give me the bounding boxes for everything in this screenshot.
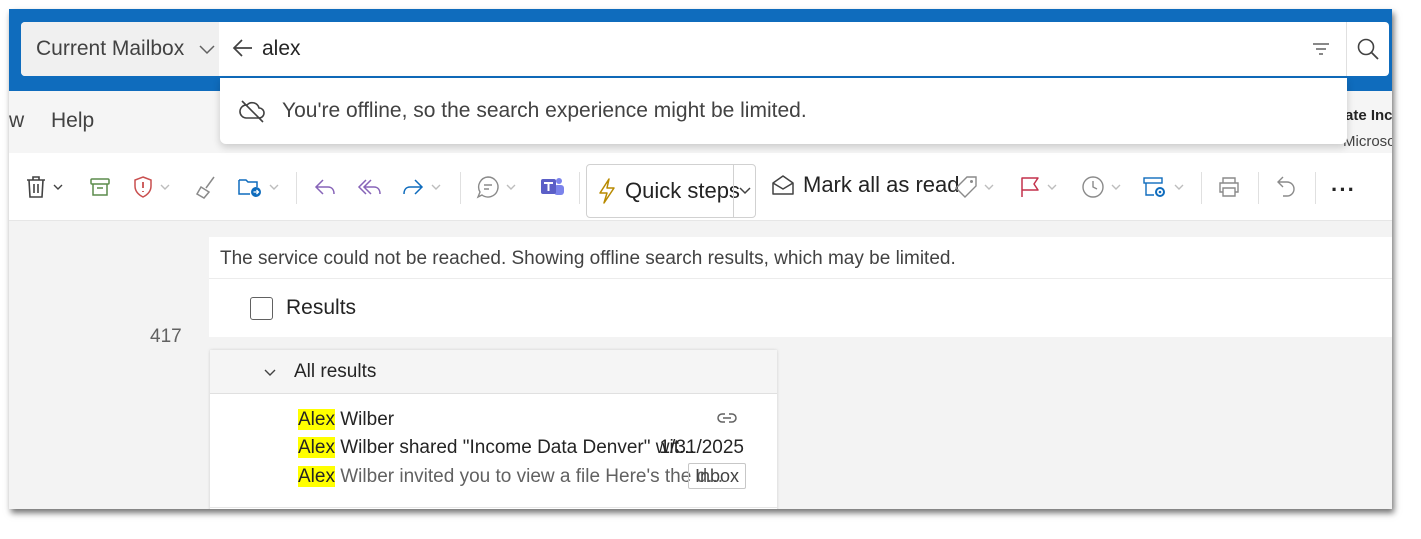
- delete-button[interactable]: [25, 174, 64, 200]
- message-list: All results Alex Wilber Alex Wilber shar…: [210, 350, 777, 509]
- shield-alert-icon: [134, 176, 152, 198]
- offline-message: You're offline, so the search experience…: [282, 99, 807, 122]
- chevron-down-icon: [199, 45, 215, 55]
- flag-button[interactable]: [1019, 174, 1058, 200]
- chevron-down-icon: [1111, 184, 1121, 190]
- respond-button[interactable]: [476, 174, 517, 200]
- results-label: Results: [286, 296, 357, 319]
- chat-bubble-icon: [476, 176, 499, 199]
- message-date: 1/31/2025: [659, 437, 744, 458]
- tab-help[interactable]: Help: [51, 109, 94, 133]
- highlight-match: Alex: [298, 466, 335, 487]
- chevron-down-icon: [1174, 184, 1184, 190]
- link-icon: [717, 413, 737, 423]
- highlight-match: Alex: [298, 409, 335, 430]
- mark-all-read-button[interactable]: Mark all as read: [771, 172, 960, 198]
- search-offline-dropdown: You're offline, so the search experience…: [220, 78, 1347, 144]
- filter-icon[interactable]: [1311, 39, 1331, 59]
- cloud-offline-icon: [239, 100, 265, 123]
- undo-icon: [1277, 176, 1295, 197]
- rules-settings-icon: [1143, 177, 1165, 197]
- flag-icon: [1021, 177, 1039, 197]
- select-all-checkbox[interactable]: [250, 296, 273, 320]
- results-header: Results: [209, 279, 1392, 337]
- search-box[interactable]: Current Mailbox: [21, 22, 1389, 76]
- message-sender: Alex Wilber: [298, 409, 394, 431]
- teams-share-button[interactable]: [539, 174, 565, 200]
- undo-button[interactable]: [1275, 174, 1297, 200]
- subject-rest: Wilber shared "Income Data Denver" wit..…: [334, 437, 695, 458]
- printer-icon: [1219, 177, 1239, 197]
- folder-badge[interactable]: Inbox: [688, 463, 747, 489]
- search-icon: [1357, 38, 1379, 60]
- search-input[interactable]: [262, 31, 1162, 67]
- back-arrow-icon[interactable]: [232, 37, 254, 59]
- archive-icon: [90, 178, 110, 196]
- message-preview: Alex Wilber invited you to view a file H…: [298, 466, 723, 488]
- highlight-match: Alex: [298, 437, 335, 458]
- rules-button[interactable]: [1142, 174, 1185, 200]
- print-button[interactable]: [1217, 174, 1241, 200]
- snooze-button[interactable]: [1081, 174, 1122, 200]
- toolbar-divider: [1201, 172, 1202, 204]
- search-scope-dropdown[interactable]: Current Mailbox: [21, 22, 219, 76]
- command-toolbar: Quick steps Mark all as read ···: [9, 153, 1392, 221]
- mark-all-read-label: Mark all as read: [803, 172, 960, 197]
- chevron-down-icon[interactable]: [738, 183, 752, 197]
- forward-button[interactable]: [401, 174, 442, 200]
- sender-rest: Wilber: [334, 409, 395, 430]
- chevron-down-icon: [269, 184, 279, 190]
- lightning-icon: [599, 178, 615, 204]
- folder-count: 417: [150, 326, 182, 347]
- move-to-button[interactable]: [237, 174, 280, 200]
- group-header-all-results[interactable]: All results: [210, 350, 777, 394]
- chevron-down-icon: [984, 184, 994, 190]
- group-label: All results: [294, 360, 377, 382]
- trash-icon: [27, 176, 45, 198]
- toolbar-divider: [460, 172, 461, 204]
- account-org-name: ate Inc: [1345, 107, 1392, 124]
- chevron-down-icon: [1047, 184, 1057, 190]
- clock-icon: [1082, 176, 1104, 198]
- chevron-down-icon: [53, 184, 63, 190]
- service-notice: The service could not be reached. Showin…: [209, 237, 1392, 279]
- reply-all-icon: [357, 179, 381, 195]
- chevron-down-icon[interactable]: [263, 365, 277, 379]
- search-scope-label: Current Mailbox: [36, 37, 185, 60]
- tab-view-partial[interactable]: w: [9, 109, 24, 133]
- tag-icon: [955, 176, 977, 198]
- toolbar-divider: [579, 172, 580, 204]
- reply-all-button[interactable]: [357, 174, 383, 200]
- sweep-button[interactable]: [195, 174, 217, 200]
- message-subject: Alex Wilber shared "Income Data Denver" …: [298, 437, 695, 459]
- quick-steps-label: Quick steps: [625, 178, 740, 203]
- toolbar-divider: [296, 172, 297, 204]
- forward-icon: [403, 179, 424, 195]
- outlook-window: Current Mailbox alex You're offline, so …: [9, 9, 1392, 509]
- toolbar-divider: [1258, 172, 1259, 204]
- archive-button[interactable]: [89, 174, 111, 200]
- account-org-sub: Microso: [1343, 133, 1392, 150]
- chevron-down-icon: [160, 184, 170, 190]
- chevron-down-icon: [431, 184, 441, 190]
- preview-rest: Wilber invited you to view a file Here's…: [334, 466, 723, 487]
- report-button[interactable]: [132, 174, 171, 200]
- broom-icon: [195, 176, 215, 199]
- more-options-button[interactable]: ···: [1331, 177, 1356, 203]
- toolbar-divider: [1315, 172, 1316, 204]
- envelope-open-icon: [772, 175, 794, 195]
- list-item[interactable]: Alex Wilber Alex Wilber shared "Income D…: [210, 394, 777, 508]
- chevron-down-icon: [506, 184, 516, 190]
- reply-button[interactable]: [313, 174, 337, 200]
- quick-steps-button[interactable]: Quick steps: [586, 164, 756, 218]
- reply-icon: [314, 179, 335, 195]
- split-divider: [733, 165, 734, 217]
- teams-icon: [541, 178, 564, 195]
- folder-move-icon: [238, 179, 261, 197]
- search-button[interactable]: [1346, 22, 1389, 76]
- categorize-button[interactable]: [954, 174, 995, 200]
